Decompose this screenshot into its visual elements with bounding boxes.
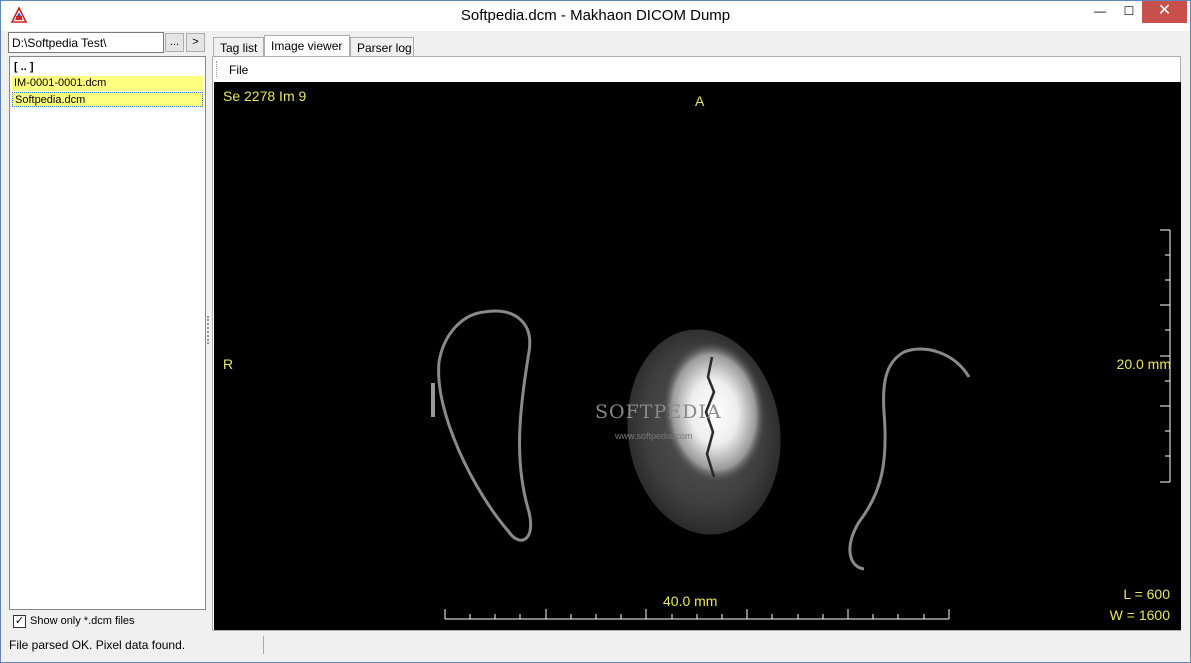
menu-file[interactable]: File xyxy=(229,63,248,77)
left-curved-structure xyxy=(437,309,532,542)
horizontal-ruler xyxy=(444,609,950,620)
pane-splitter[interactable] xyxy=(207,316,209,344)
horizontal-scale-label: 40.0 mm xyxy=(663,593,718,609)
window-width-label: W = 1600 xyxy=(1109,607,1170,623)
dcm-filter-checkbox[interactable]: ✓ xyxy=(13,615,26,628)
close-button[interactable]: ✕ xyxy=(1142,1,1187,23)
browse-button[interactable]: ... xyxy=(165,33,184,52)
status-separator xyxy=(263,636,264,654)
maximize-button[interactable]: ☐ xyxy=(1116,1,1142,23)
image-viewer-panel: File SOFTPEDIA www.softpedia.com Se 2278… xyxy=(212,56,1181,631)
title-bar: Softpedia.dcm - Makhaon DICOM Dump — ☐ ✕ xyxy=(1,1,1190,31)
list-item-file[interactable]: IM-0001-0001.dcm xyxy=(12,76,203,91)
right-curved-structure xyxy=(848,347,971,571)
go-button[interactable]: > xyxy=(186,33,205,52)
minimize-button[interactable]: — xyxy=(1084,1,1116,23)
viewer-menu-bar: File xyxy=(213,57,1180,81)
tab-image-viewer[interactable]: Image viewer xyxy=(264,35,350,57)
main-window: Softpedia.dcm - Makhaon DICOM Dump — ☐ ✕… xyxy=(0,0,1191,663)
series-image-label: Se 2278 Im 9 xyxy=(223,88,307,104)
watermark-text: SOFTPEDIA xyxy=(595,401,722,423)
tab-tag-list[interactable]: Tag list xyxy=(213,37,264,57)
watermark-url: www.softpedia.com xyxy=(615,431,693,441)
status-message: File parsed OK. Pixel data found. xyxy=(9,638,186,652)
window-level-label: L = 600 xyxy=(1123,586,1170,602)
ct-image-graphic xyxy=(431,229,1171,620)
tab-parser-log[interactable]: Parser log xyxy=(350,37,414,57)
vertical-scale-label: 20.0 mm xyxy=(1116,356,1171,372)
tab-strip: Tag list Image viewer Parser log xyxy=(212,35,1187,57)
window-title: Softpedia.dcm - Makhaon DICOM Dump xyxy=(460,7,731,24)
dcm-filter-label[interactable]: Show only *.dcm files xyxy=(30,615,135,627)
left-small-marker xyxy=(431,383,435,417)
orientation-left-label: R xyxy=(223,356,234,372)
file-browser-pane: ... > [ .. ] IM-0001-0001.dcm Softpedia.… xyxy=(8,31,206,633)
dicom-image-canvas[interactable]: SOFTPEDIA www.softpedia.com Se 2278 Im 9… xyxy=(214,82,1181,630)
path-input[interactable] xyxy=(8,32,164,53)
toolbar-grip xyxy=(216,61,218,77)
status-bar: File parsed OK. Pixel data found. xyxy=(1,634,1190,662)
orientation-top-label: A xyxy=(695,93,705,109)
list-item-parent-directory[interactable]: [ .. ] xyxy=(12,60,203,75)
file-list[interactable]: [ .. ] IM-0001-0001.dcm Softpedia.dcm xyxy=(9,56,206,610)
list-item-file-selected[interactable]: Softpedia.dcm xyxy=(12,92,203,107)
